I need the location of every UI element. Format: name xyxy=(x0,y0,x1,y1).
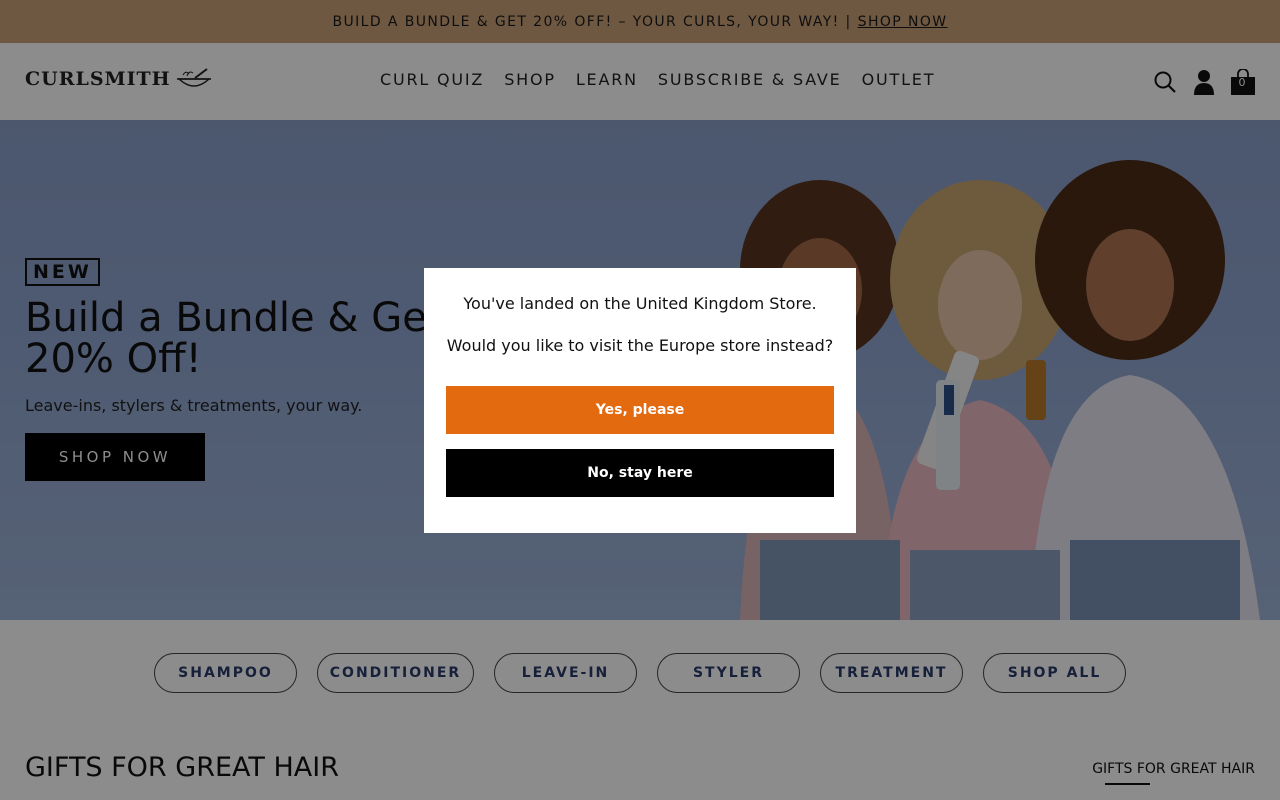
no-stay-here-button[interactable]: No, stay here xyxy=(446,449,834,497)
modal-message-store: You've landed on the United Kingdom Stor… xyxy=(463,294,817,313)
modal-message-question: Would you like to visit the Europe store… xyxy=(446,336,834,355)
yes-please-button[interactable]: Yes, please xyxy=(446,386,834,434)
store-redirect-modal: You've landed on the United Kingdom Stor… xyxy=(424,268,856,533)
